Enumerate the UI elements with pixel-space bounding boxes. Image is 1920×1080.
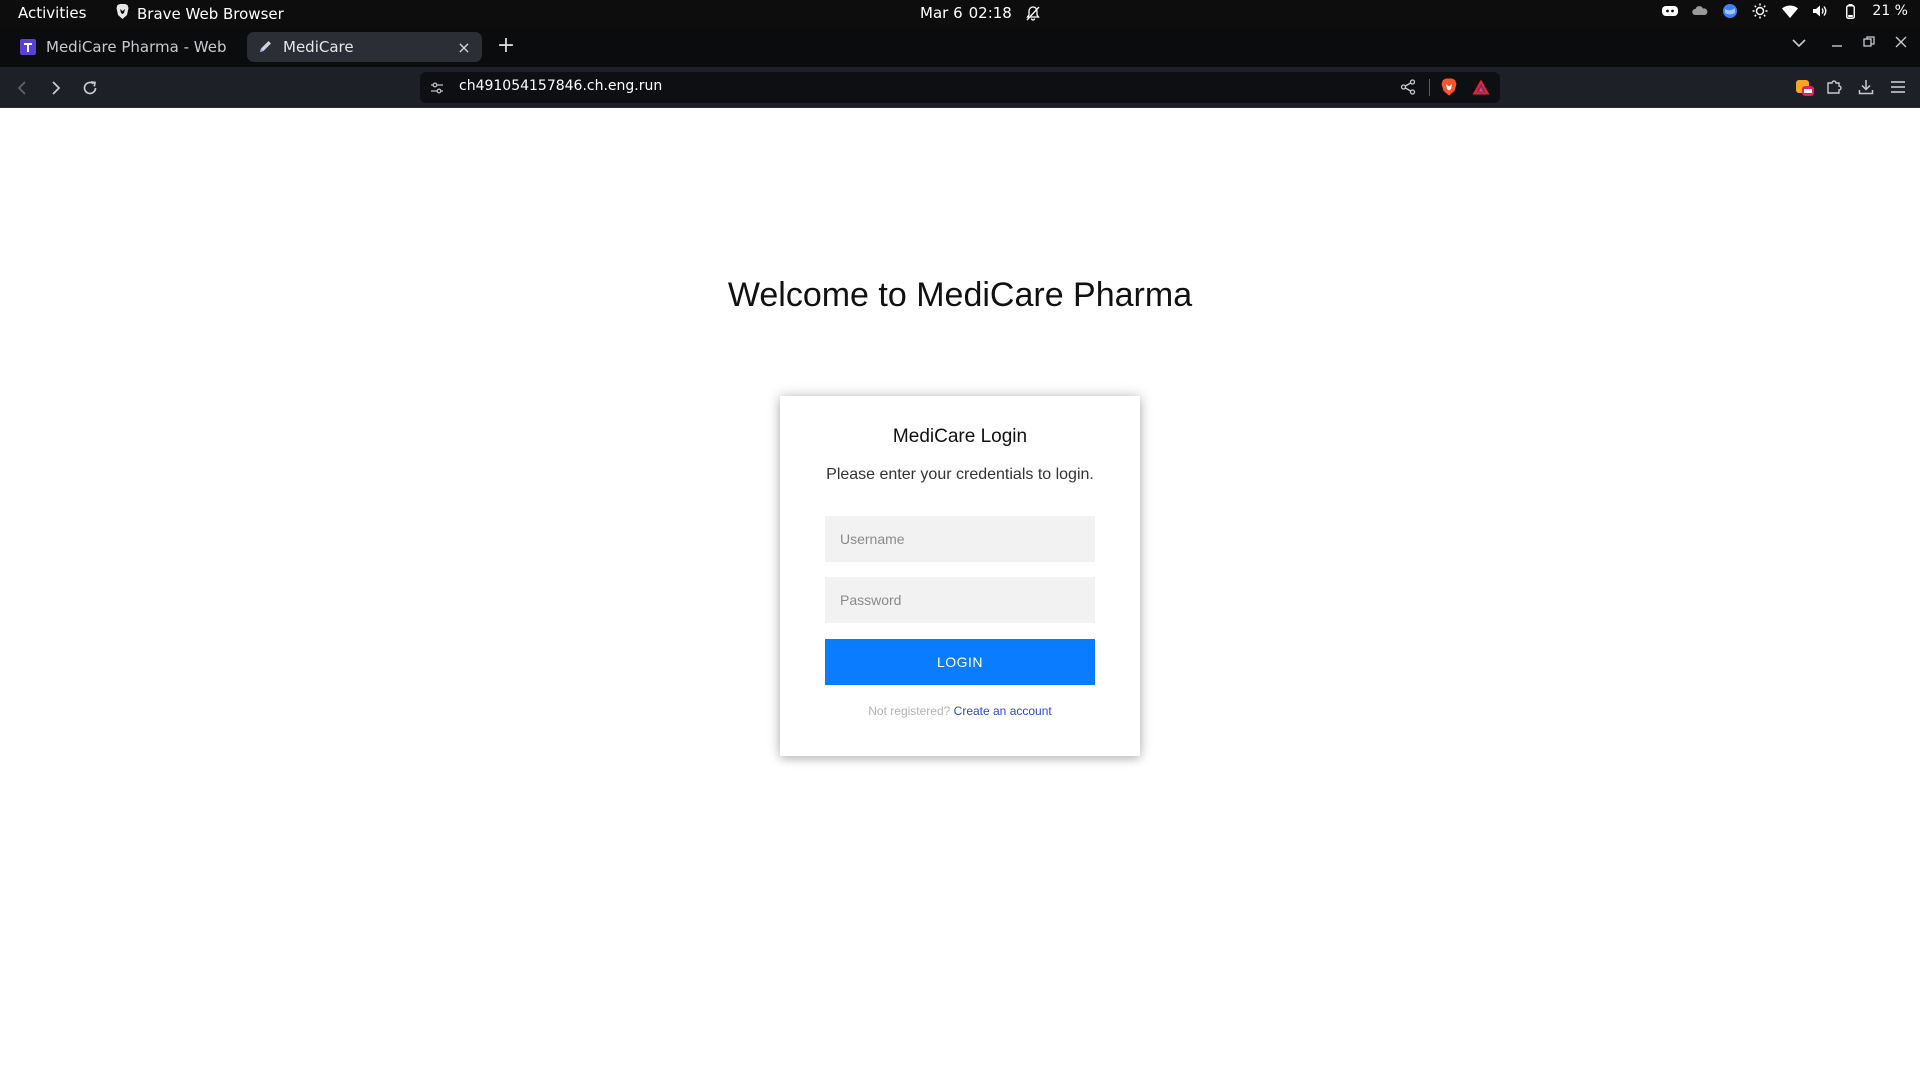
login-card: MediCare Login Please enter your credent…	[780, 396, 1140, 756]
activities-button[interactable]: Activities	[18, 4, 86, 22]
login-card-subtitle: Please enter your credentials to login.	[826, 466, 1094, 483]
downloads-icon[interactable]	[1856, 77, 1876, 97]
minimize-icon[interactable]	[1828, 36, 1846, 52]
site-settings-icon[interactable]	[430, 80, 444, 99]
app-name: Brave Web Browser	[137, 4, 284, 23]
back-arrow-icon[interactable]	[10, 76, 34, 100]
extensions-puzzle-icon[interactable]	[1824, 77, 1844, 97]
close-tab-icon[interactable]: ×	[456, 38, 472, 57]
clock[interactable]: Mar 6 02:18	[920, 4, 1040, 22]
notifications-muted-icon	[1026, 5, 1040, 21]
app-menu[interactable]: Brave Web Browser	[116, 4, 284, 23]
tab-search-chevron-icon[interactable]	[1790, 36, 1808, 52]
system-tray[interactable]: 21 %	[1662, 3, 1908, 19]
page-content: Welcome to MediCare Pharma MediCare Logi…	[0, 108, 1920, 1080]
tab-label: MediCare Pharma - Web Cha	[46, 38, 228, 56]
brave-rewards-icon[interactable]	[1472, 79, 1490, 99]
discord-icon[interactable]	[1662, 3, 1679, 19]
tab-label: MediCare	[283, 38, 354, 56]
brightness-icon[interactable]	[1752, 3, 1768, 19]
close-window-icon[interactable]	[1892, 36, 1910, 52]
menu-hamburger-icon[interactable]	[1888, 77, 1908, 97]
extension-badge-icon[interactable]	[1795, 77, 1815, 97]
url-text[interactable]: ch491054157846.ch.eng.run	[459, 78, 662, 94]
battery-icon[interactable]	[1842, 3, 1858, 19]
browser-toolbar: ch491054157846.ch.eng.run	[0, 67, 1920, 108]
battery-percent: 21 %	[1872, 3, 1908, 19]
login-card-title: MediCare Login	[892, 426, 1028, 447]
t-purple-favicon-icon	[20, 39, 36, 55]
page-title: Welcome to MediCare Pharma	[727, 276, 1193, 314]
clock-date: Mar 6	[920, 4, 963, 22]
divider	[1429, 79, 1430, 96]
pen-favicon-icon	[257, 39, 273, 55]
vpn-globe-icon[interactable]	[1722, 3, 1738, 19]
register-prompt: Not registered? Create an account	[780, 704, 1140, 718]
wifi-icon[interactable]	[1782, 3, 1799, 19]
tab-strip: MediCare Pharma - Web Cha MediCare × +	[0, 27, 1920, 67]
cloud-icon[interactable]	[1692, 3, 1708, 19]
reload-icon[interactable]	[78, 76, 102, 100]
password-input[interactable]	[825, 577, 1095, 623]
tab-medicare[interactable]: MediCare ×	[247, 32, 482, 62]
login-button[interactable]: LOGIN	[825, 639, 1095, 685]
system-top-bar: Activities Brave Web Browser Mar 6 02:18	[0, 0, 1920, 27]
username-input[interactable]	[825, 516, 1095, 562]
restore-icon[interactable]	[1860, 36, 1878, 52]
new-tab-button[interactable]: +	[494, 33, 518, 59]
address-bar[interactable]: ch491054157846.ch.eng.run	[420, 72, 1500, 103]
brave-shields-icon[interactable]	[1441, 78, 1457, 100]
not-registered-text: Not registered?	[868, 704, 951, 718]
create-account-link[interactable]: Create an account	[954, 704, 1052, 718]
clock-time: 02:18	[968, 4, 1012, 22]
brave-lion-icon	[116, 4, 129, 23]
volume-icon[interactable]	[1812, 3, 1828, 19]
tab-medicare-web-chat[interactable]: MediCare Pharma - Web Cha	[10, 32, 238, 62]
share-icon[interactable]	[1400, 79, 1416, 99]
forward-arrow-icon[interactable]	[44, 76, 68, 100]
